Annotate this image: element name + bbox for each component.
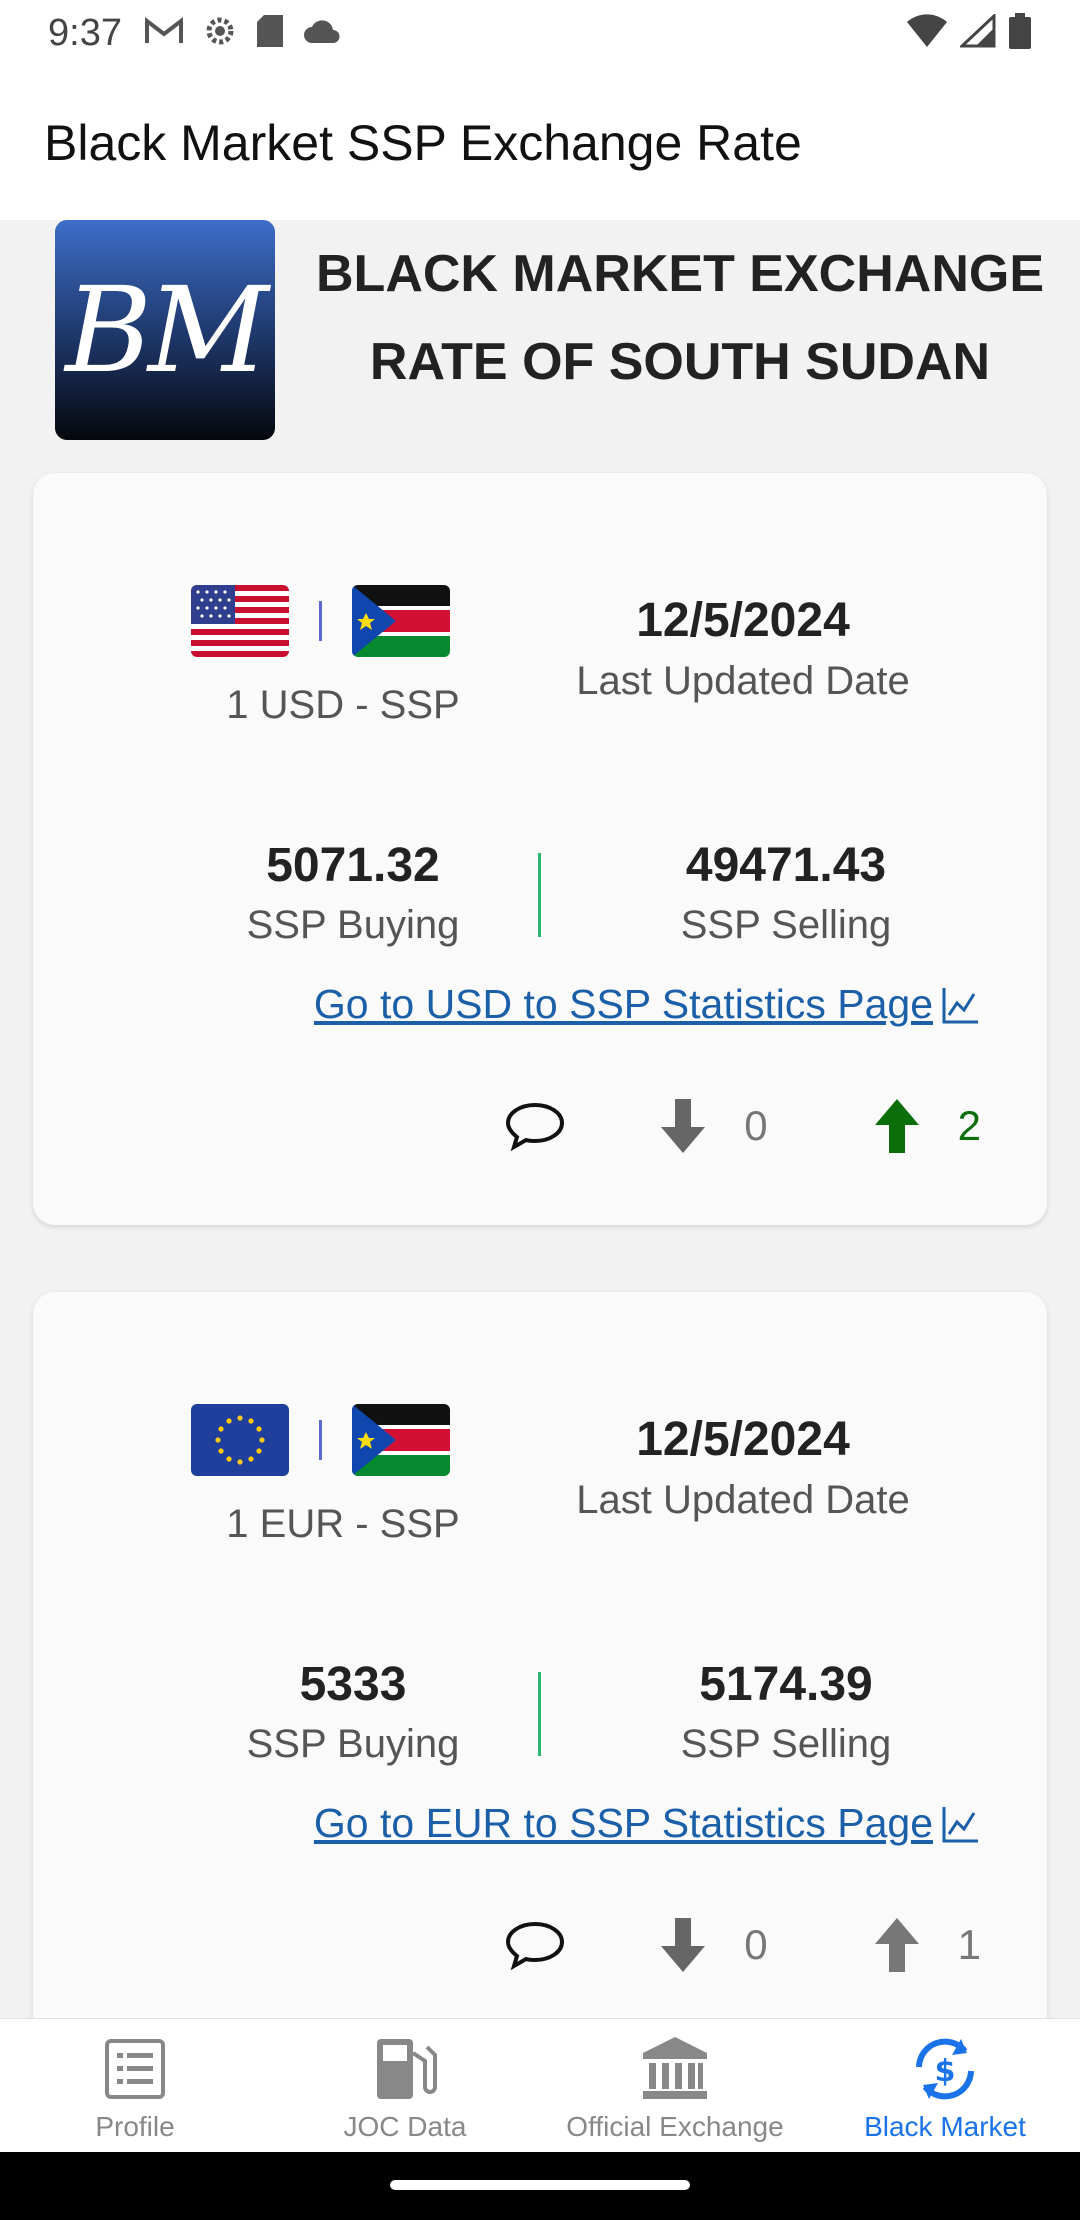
chart-line-icon [942,987,978,1023]
selling-label: SSP Selling [680,1722,892,1766]
settings-icon [202,13,238,54]
nav-item-profile[interactable]: Profile [0,2019,270,2152]
statistics-link-label: Go to USD to SSP Statistics Page [313,981,933,1027]
status-time: 9:37 [48,11,122,54]
app-bar: Black Market SSP Exchange Rate [0,66,1080,220]
eur-statistics-link[interactable]: Go to EUR to SSP Statistics Page [314,1800,981,1847]
arrow-down-icon [661,1918,706,1972]
gesture-bar [0,2152,1080,2220]
rate-divider [538,1672,541,1756]
fuel-pump-icon [377,2039,437,2099]
cloud-icon [302,17,342,50]
comment-button[interactable] [502,1093,568,1159]
bank-icon [643,2037,707,2099]
nav-label: Profile [95,2111,175,2142]
banner-title: BLACK MARKET EXCHANGE RATE OF SOUTH SUDA… [300,230,1060,406]
south-sudan-flag-icon [352,1404,450,1476]
arrow-up-icon [874,1099,919,1153]
flag-separator [319,601,322,641]
upvote-count: 2 [957,1102,981,1149]
usa-flag-icon [191,585,289,657]
list-icon [105,2039,165,2099]
statistics-link-label: Go to EUR to SSP Statistics Page [313,1800,933,1846]
south-sudan-flag-icon [352,585,450,657]
chart-line-icon [942,1806,978,1842]
svg-text:$: $ [935,2054,956,2089]
card-actions: 0 1 [502,1912,981,1978]
selling-value: 49471.43 [685,839,887,892]
upvote-count: 1 [957,1921,981,1968]
downvote-count: 0 [744,1921,768,1968]
bottom-navigation: Profile JOC Data Official Exchange $ Bla… [0,2018,1080,2152]
usd-statistics-link[interactable]: Go to USD to SSP Statistics Page [314,981,981,1028]
wifi-icon [906,13,948,53]
buying-value: 5071.32 [266,839,440,892]
upvote-button[interactable]: 1 [864,1912,981,1978]
downvote-button[interactable]: 0 [650,1093,768,1159]
rate-card-eur: 1 EUR - SSP 12/5/2024 Last Updated Date … [33,1292,1047,2052]
app-title: Black Market SSP Exchange Rate [44,115,802,171]
signal-icon [958,12,996,53]
logo-text: BM [65,261,269,399]
banner-title-line2: RATE OF SOUTH SUDAN [369,333,991,391]
currency-exchange-icon: $ [916,2038,974,2100]
upvote-button[interactable]: 2 [864,1093,981,1159]
last-updated-date: 12/5/2024 [636,1413,850,1466]
downvote-button[interactable]: 0 [650,1912,768,1978]
last-updated-label: Last Updated Date [576,1478,910,1522]
eu-flag-icon [191,1404,289,1476]
gmail-icon [144,15,184,52]
card-actions: 0 2 [502,1093,981,1159]
flag-separator [319,1420,322,1460]
last-updated-label: Last Updated Date [576,659,910,703]
comment-icon [506,1102,565,1152]
arrow-down-icon [661,1099,706,1153]
nav-item-official-exchange[interactable]: Official Exchange [540,2019,810,2152]
header-banner: BM BLACK MARKET EXCHANGE RATE OF SOUTH S… [0,220,1080,470]
pair-label: 1 EUR - SSP [226,1502,460,1546]
currency-flags [191,1404,450,1476]
battery-icon [1008,12,1032,54]
selling-value: 5174.39 [699,1658,873,1711]
nav-label: Black Market [864,2111,1026,2142]
nav-item-black-market[interactable]: $ Black Market [810,2019,1080,2152]
pair-label: 1 USD - SSP [226,683,460,727]
bm-logo: BM [55,220,275,440]
banner-title-line1: BLACK MARKET EXCHANGE [316,245,1044,303]
downvote-count: 0 [744,1102,768,1149]
sd-card-icon [256,14,284,53]
comment-button[interactable] [502,1912,568,1978]
selling-label: SSP Selling [680,903,892,947]
last-updated-date: 12/5/2024 [636,594,850,647]
comment-icon [506,1921,565,1971]
nav-item-joc-data[interactable]: JOC Data [270,2019,540,2152]
rate-card-usd: 1 USD - SSP 12/5/2024 Last Updated Date … [33,473,1047,1225]
rate-divider [538,853,541,937]
home-gesture-handle[interactable] [390,2180,690,2190]
buying-value: 5333 [299,1658,407,1711]
currency-flags [191,585,450,657]
nav-label: Official Exchange [566,2111,784,2142]
status-bar: 9:37 [0,0,1080,66]
nav-label: JOC Data [343,2111,467,2142]
buying-label: SSP Buying [246,1722,460,1766]
arrow-up-icon [874,1918,919,1972]
buying-label: SSP Buying [246,903,460,947]
